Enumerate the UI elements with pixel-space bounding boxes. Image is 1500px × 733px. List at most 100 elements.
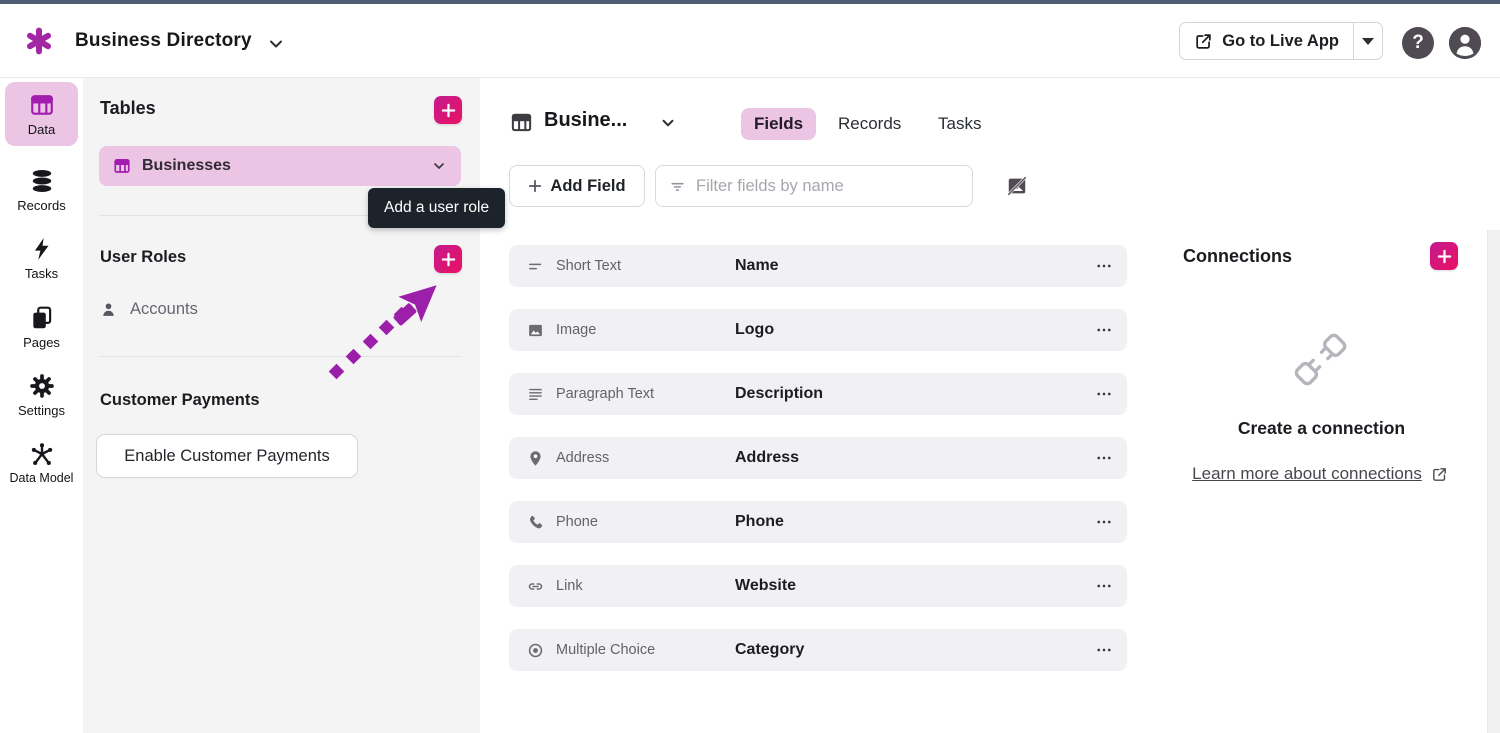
learn-more-link[interactable]: Learn more about connections [1192,464,1422,484]
tooltip-add-user-role: Add a user role [368,188,506,228]
knack-logo-icon[interactable] [24,26,54,56]
field-row-address[interactable]: Address Address [509,437,1127,479]
plus-icon [1437,249,1451,263]
user-role-label: Accounts [130,300,198,318]
field-row-phone[interactable]: Phone Phone [509,501,1127,543]
sidebar-item-tasks[interactable]: Tasks [0,226,83,290]
app-switcher-chevron-icon[interactable] [266,34,286,54]
field-menu-button[interactable] [1095,309,1113,351]
sidebar-item-label: Settings [18,402,65,418]
table-item-businesses[interactable]: Businesses [99,146,461,186]
field-type-label: Link [556,578,583,594]
field-type: Multiple Choice [527,629,655,671]
sidebar-item-label: Data [27,121,56,137]
table-grid-icon [510,111,533,134]
learn-more-link-row[interactable]: Learn more about connections [1170,464,1470,484]
external-link-icon [1196,33,1211,49]
external-link-icon [1431,466,1448,483]
field-row-category[interactable]: Multiple Choice Category [509,629,1127,671]
tab-fields[interactable]: Fields [741,108,817,140]
ellipsis-icon [1097,328,1111,332]
go-to-live-app-button[interactable]: Go to Live App [1180,23,1354,59]
short-text-icon [527,258,544,275]
field-row-description[interactable]: Paragraph Text Description [509,373,1127,415]
table-title-chevron-icon[interactable] [659,114,677,132]
tab-tasks[interactable]: Tasks [925,108,994,140]
app-bar: Business Directory Go to Live App ? [0,4,1500,78]
sidebar-item-data-model[interactable]: Data Model [0,431,83,495]
field-type: Paragraph Text [527,373,654,415]
gear-icon [29,373,55,399]
ellipsis-icon [1097,392,1111,396]
table-item-label: Businesses [142,157,231,174]
disconnected-plug-icon [1290,328,1352,390]
field-menu-button[interactable] [1095,437,1113,479]
help-button[interactable]: ? [1402,27,1434,59]
plus-icon [528,179,542,193]
field-row-website[interactable]: Link Website [509,565,1127,607]
field-menu-button[interactable] [1095,565,1113,607]
enable-customer-payments-button[interactable]: Enable Customer Payments [96,434,358,478]
go-to-live-app-dropdown[interactable] [1354,23,1382,59]
add-field-label: Add Field [550,176,626,195]
ellipsis-icon [1097,648,1111,652]
help-icon: ? [1412,32,1424,53]
field-type-label: Phone [556,514,598,530]
field-row-logo[interactable]: Image Logo [509,309,1127,351]
field-name: Category [735,641,805,658]
add-table-button[interactable] [434,96,462,124]
phone-icon [527,514,544,531]
field-menu-button[interactable] [1095,629,1113,671]
field-menu-button[interactable] [1095,501,1113,543]
image-off-toggle[interactable] [1006,175,1028,197]
ellipsis-icon [1097,456,1111,460]
paragraph-text-icon [527,386,544,403]
tab-records[interactable]: Records [825,108,914,140]
enable-customer-payments-label: Enable Customer Payments [124,446,330,465]
add-field-button[interactable]: Add Field [509,165,645,207]
map-pin-icon [527,450,544,467]
field-row-name[interactable]: Short Text Name [509,245,1127,287]
field-type: Address [527,437,609,479]
tables-heading: Tables [100,98,156,118]
main-content: Busine... Fields Records Tasks Add Field [480,78,1500,733]
user-role-item-accounts[interactable]: Accounts [100,300,198,319]
sidebar-item-label: Pages [23,334,60,350]
field-name: Name [735,257,779,274]
field-type-label: Paragraph Text [556,386,655,402]
field-type: Link [527,565,583,607]
image-icon [527,322,544,339]
field-name: Address [735,449,800,466]
lightning-bolt-icon [29,236,55,262]
sidebar-item-records[interactable]: Records [0,158,83,222]
ellipsis-icon [1097,264,1111,268]
table-grid-icon [113,157,131,175]
add-user-role-button[interactable] [434,245,462,273]
plus-icon [441,103,455,117]
link-icon [527,578,544,595]
connections-empty-title: Create a connection [1237,418,1406,438]
field-menu-button[interactable] [1095,245,1113,287]
sidebar-item-label: Records [17,197,66,213]
database-icon [29,168,55,194]
sidebar-item-data[interactable]: Data [5,82,78,146]
field-type-label: Multiple Choice [556,642,656,658]
scrollbar-track[interactable] [1487,230,1500,733]
sidebar-item-label: Data Model [9,471,74,485]
field-name: Description [735,385,824,402]
sidebar-item-label: Tasks [24,265,59,281]
go-to-live-app-split-button: Go to Live App [1179,22,1383,60]
connections-heading: Connections [1183,246,1293,266]
filter-icon [669,178,686,195]
user-roles-heading: User Roles [100,248,187,266]
ellipsis-icon [1097,520,1111,524]
filter-fields-input[interactable] [696,176,959,196]
sidebar-item-settings[interactable]: Settings [0,363,83,427]
go-to-live-app-label: Go to Live App [1222,31,1339,50]
account-avatar[interactable] [1449,27,1481,59]
field-name: Website [735,577,797,594]
add-connection-button[interactable] [1430,242,1458,270]
filter-fields-box [655,165,973,207]
sidebar-item-pages[interactable]: Pages [0,295,83,359]
field-menu-button[interactable] [1095,373,1113,415]
